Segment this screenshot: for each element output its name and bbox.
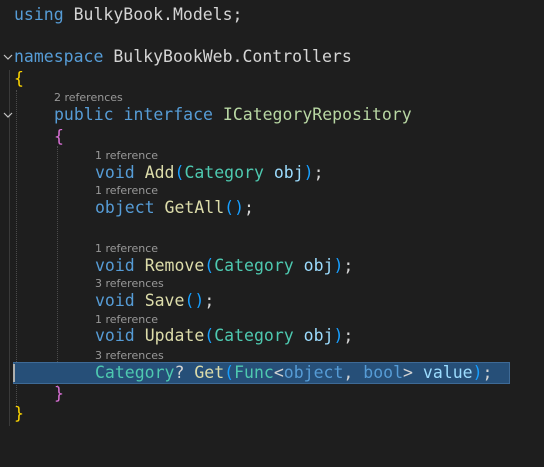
method-name: GetAll xyxy=(164,198,225,217)
paren-close: ) xyxy=(472,363,483,382)
paren-open: ( xyxy=(174,163,185,182)
keyword-public: public xyxy=(54,105,114,124)
code-line-interface[interactable]: public interface ICategoryRepository xyxy=(54,104,412,126)
code-line-add[interactable]: void Add(Category obj); xyxy=(95,162,324,184)
semicolon: ; xyxy=(204,291,215,310)
code-line-using[interactable]: using BulkyBook.Models; xyxy=(14,4,243,26)
param-type: Category xyxy=(184,163,264,182)
param-name: obj xyxy=(303,326,334,345)
scope-guide-namespace xyxy=(9,70,10,426)
paren-open: ( xyxy=(204,256,215,275)
param-name: obj xyxy=(303,256,334,275)
nullable-marker: ? xyxy=(174,363,185,382)
keyword-using: using xyxy=(14,5,64,24)
method-name: Add xyxy=(144,163,175,182)
paren-close: ) xyxy=(333,256,344,275)
return-type: void xyxy=(95,291,135,310)
paren-open: ( xyxy=(204,326,215,345)
method-name: Update xyxy=(144,326,205,345)
generic-arg-bool: bool xyxy=(363,363,404,382)
paren-close: ) xyxy=(333,326,344,345)
semicolon: ; xyxy=(482,363,493,382)
code-line-get[interactable]: Category? Get(Func<object, bool> value); xyxy=(95,362,492,384)
return-type: object xyxy=(95,198,155,217)
code-line-remove[interactable]: void Remove(Category obj); xyxy=(95,255,353,277)
return-type: Category xyxy=(95,363,175,382)
comma: , xyxy=(343,363,354,382)
func-type: Func xyxy=(234,363,274,382)
generic-open: < xyxy=(273,363,284,382)
interface-name: ICategoryRepository xyxy=(222,105,412,124)
paren-close: ) xyxy=(303,163,314,182)
codelens-save[interactable]: 3 references xyxy=(95,277,164,291)
method-name: Save xyxy=(144,291,185,310)
indent-guide-interface xyxy=(57,146,58,386)
parens: () xyxy=(184,291,205,310)
code-line-getall[interactable]: object GetAll(); xyxy=(95,197,254,219)
semicolon: ; xyxy=(313,163,324,182)
parens: () xyxy=(224,198,245,217)
brace-close-namespace: } xyxy=(14,404,24,423)
indent-guide-namespace xyxy=(16,90,17,406)
semicolon: ; xyxy=(343,256,354,275)
param-name: obj xyxy=(273,163,304,182)
namespace-name: BulkyBookWeb.Controllers xyxy=(113,47,352,66)
code-line-namespace[interactable]: namespace BulkyBookWeb.Controllers xyxy=(14,46,352,68)
code-line-namespace-open-brace[interactable]: { xyxy=(14,68,24,90)
return-type: void xyxy=(95,326,135,345)
return-type: void xyxy=(95,256,135,275)
text-cursor xyxy=(13,364,15,382)
keyword-interface: interface xyxy=(123,105,213,124)
namespace-ref: BulkyBook.Models; xyxy=(73,5,243,24)
code-line-save[interactable]: void Save(); xyxy=(95,290,214,312)
codelens-getall[interactable]: 1 reference xyxy=(95,184,158,198)
code-line-update[interactable]: void Update(Category obj); xyxy=(95,325,353,347)
code-line-namespace-close-brace[interactable]: } xyxy=(14,403,24,425)
param-type: Category xyxy=(214,256,294,275)
brace-close-interface: } xyxy=(54,384,64,403)
codelens-get[interactable]: 3 references xyxy=(95,349,164,363)
return-type: void xyxy=(95,163,135,182)
code-line-interface-open-brace[interactable]: { xyxy=(54,126,64,148)
keyword-namespace: namespace xyxy=(14,47,104,66)
fold-interface-chevron-down-icon[interactable] xyxy=(3,110,13,120)
paren-open: ( xyxy=(224,363,235,382)
brace-open-interface: { xyxy=(54,127,64,146)
codelens-interface[interactable]: 2 references xyxy=(54,91,123,105)
method-name: Remove xyxy=(144,256,205,275)
semicolon: ; xyxy=(343,326,354,345)
generic-close: > xyxy=(403,363,413,382)
codelens-add[interactable]: 1 reference xyxy=(95,149,158,163)
semicolon: ; xyxy=(244,198,254,217)
param-name: value xyxy=(422,363,473,382)
method-name: Get xyxy=(194,363,225,382)
generic-arg-object: object xyxy=(283,363,344,382)
code-editor[interactable]: using BulkyBook.Models; namespace BulkyB… xyxy=(0,0,544,467)
param-type: Category xyxy=(214,326,294,345)
brace-open-namespace: { xyxy=(14,69,24,88)
fold-namespace-chevron-down-icon[interactable] xyxy=(3,52,13,62)
code-line-interface-close-brace[interactable]: } xyxy=(54,383,64,405)
codelens-remove[interactable]: 1 reference xyxy=(95,242,158,256)
